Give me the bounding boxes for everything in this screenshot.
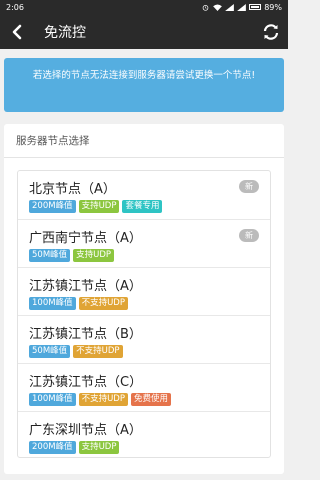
- divider: [4, 157, 284, 158]
- node-tags: 200M峰值 支持UDP: [29, 441, 120, 454]
- udp-tag: 支持UDP: [78, 200, 120, 213]
- status-icons: 89%: [201, 3, 282, 12]
- udp-tag: 不支持UDP: [78, 297, 128, 310]
- new-badge: 新: [239, 180, 259, 193]
- udp-tag: 不支持UDP: [73, 345, 123, 358]
- section-title: 服务器节点选择: [16, 135, 90, 147]
- signal-icon: [225, 3, 235, 11]
- bandwidth-tag: 200M峰值: [29, 441, 76, 454]
- signal-icon-2: [237, 3, 247, 11]
- node-name: 江苏镇江节点（C）: [29, 375, 143, 390]
- back-button[interactable]: [0, 14, 34, 49]
- node-item-nanning-a[interactable]: 广西南宁节点（A） 新 50M峰值 支持UDP: [18, 219, 270, 266]
- plan-tag: 套餐专用: [122, 200, 163, 213]
- free-tag: 免费使用: [130, 393, 171, 406]
- bandwidth-tag: 100M峰值: [29, 297, 76, 310]
- bandwidth-tag: 50M峰值: [29, 345, 71, 358]
- node-name: 广西南宁节点（A）: [29, 231, 142, 246]
- node-item-zhenjiang-b[interactable]: 江苏镇江节点（B） 50M峰值 不支持UDP: [18, 315, 270, 362]
- node-name: 北京节点（A）: [29, 182, 116, 197]
- alarm-icon: [202, 4, 209, 11]
- node-tags: 100M峰值 不支持UDP 免费使用: [29, 393, 171, 406]
- node-item-zhenjiang-a[interactable]: 江苏镇江节点（A） 100M峰值 不支持UDP: [18, 267, 270, 314]
- node-name: 江苏镇江节点（B）: [29, 327, 142, 342]
- bandwidth-tag: 200M峰值: [29, 200, 76, 213]
- refresh-icon: [263, 23, 279, 40]
- node-tags: 100M峰值 不支持UDP: [29, 297, 128, 310]
- battery-icon: [249, 4, 262, 10]
- udp-tag: 不支持UDP: [78, 393, 128, 406]
- status-bar: 2:06 89%: [0, 0, 288, 14]
- node-tags: 50M峰值 不支持UDP: [29, 345, 123, 358]
- udp-tag: 支持UDP: [78, 441, 120, 454]
- node-item-zhenjiang-c[interactable]: 江苏镇江节点（C） 100M峰值 不支持UDP 免费使用: [18, 363, 270, 410]
- node-list: 北京节点（A） 新 200M峰值 支持UDP 套餐专用 广西南宁节点（A） 新 …: [17, 170, 271, 458]
- page-title: 免流控: [44, 24, 86, 41]
- node-select-card: 服务器节点选择 北京节点（A） 新 200M峰值 支持UDP 套餐专用 广西南宁…: [4, 124, 284, 474]
- node-tags: 200M峰值 支持UDP 套餐专用: [29, 200, 163, 213]
- arrow-left-icon: [12, 24, 22, 39]
- node-item-shenzhen-a[interactable]: 广东深圳节点（A） 200M峰值 支持UDP: [18, 411, 270, 458]
- notice-banner: 若选择的节点无法连接到服务器请尝试更换一个节点!: [4, 58, 284, 112]
- app-bar: 免流控: [0, 14, 288, 49]
- wifi-icon: [213, 3, 223, 11]
- bandwidth-tag: 100M峰值: [29, 393, 76, 406]
- new-badge: 新: [239, 229, 259, 242]
- node-item-beijing-a[interactable]: 北京节点（A） 新 200M峰值 支持UDP 套餐专用: [18, 171, 270, 218]
- node-name: 广东深圳节点（A）: [29, 423, 142, 438]
- node-tags: 50M峰值 支持UDP: [29, 249, 115, 262]
- refresh-button[interactable]: [254, 14, 288, 49]
- udp-tag: 支持UDP: [73, 249, 115, 262]
- node-name: 江苏镇江节点（A）: [29, 279, 142, 294]
- bandwidth-tag: 50M峰值: [29, 249, 71, 262]
- battery-percent: 89%: [264, 2, 282, 12]
- status-time: 2:06: [6, 2, 24, 12]
